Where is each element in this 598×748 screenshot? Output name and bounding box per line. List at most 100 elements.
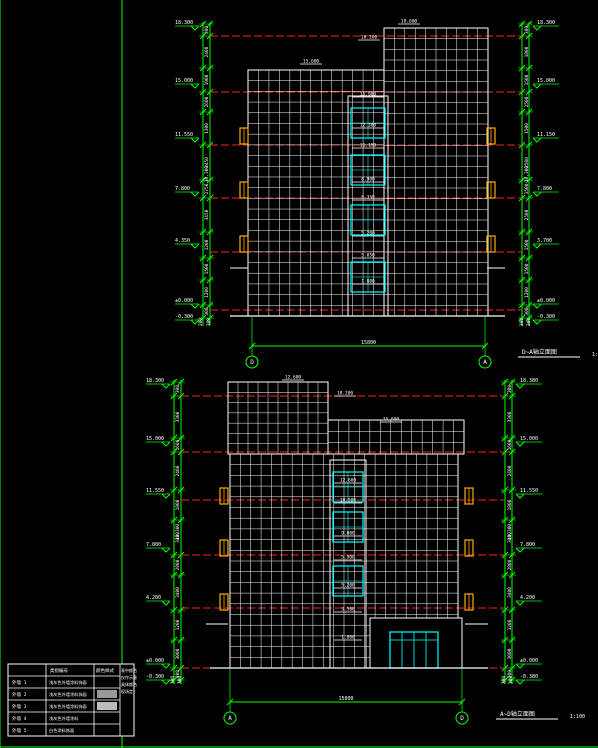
dimension-text: 300 [204, 26, 210, 34]
level-text: 18.300 [146, 378, 164, 384]
legend-swatch [97, 702, 117, 710]
stair-level-text: 10.500 [340, 498, 357, 504]
roof-level-text: 18.200 [337, 391, 354, 397]
level-text: 18.300 [175, 20, 193, 26]
level-text: 15.000 [175, 78, 193, 84]
dimension-total: 18,300 [524, 166, 530, 183]
axis-label: A [228, 715, 232, 722]
base-dimension-text: 200 [198, 318, 204, 326]
stair-level-text: 5.200 [361, 231, 375, 237]
dimension-text: 1500 [524, 263, 530, 274]
roof-level-text: 12.600 [285, 375, 302, 381]
dimension-total: 18,300 [175, 524, 181, 541]
dimension-text: 300 [175, 385, 181, 393]
legend-desc: 浅灰色外墙涂料饰面 [49, 679, 87, 686]
legend-header: 颜色样式 [96, 667, 114, 674]
level-text: 11.550 [175, 132, 193, 138]
elevation-scale: 1:100 [592, 352, 598, 358]
level-text: 15.000 [537, 78, 555, 84]
legend-header: 类别编号 [50, 667, 68, 674]
dimension-text: 1800 [175, 499, 181, 510]
legend-code: 外墙 2 [12, 691, 27, 698]
total-width-text: 15800 [338, 696, 353, 702]
level-text: -0.300 [537, 314, 555, 320]
stair-level-text: 5.050 [361, 253, 375, 259]
legend-desc: 浅灰色外墙涂料饰面 [49, 691, 87, 698]
stair-level-text: 8.900 [361, 177, 375, 183]
roof-level-text: 18.600 [401, 19, 418, 25]
dimension-text: 300 [524, 26, 530, 34]
level-text: 4.200 [520, 595, 535, 601]
level-text: -0.300 [175, 314, 193, 320]
dimension-text: 2400 [507, 465, 513, 476]
base-dimension-text: 300 [177, 676, 183, 684]
legend-code: 外墙 4 [12, 715, 27, 722]
dimension-text: 2750 [204, 183, 210, 194]
dimension-total: 18,300 [204, 166, 210, 183]
dimension-text: 2500 [524, 96, 530, 107]
stair-level-text: 15.900 [360, 92, 377, 98]
legend-note: 现场定 [121, 688, 133, 694]
legend-desc: 白色涂料饰面 [49, 727, 74, 734]
dimension-text: 3400 [175, 587, 181, 598]
level-text: 7.800 [146, 542, 161, 548]
legend-note: 表中颜色 [121, 667, 137, 673]
dimension-text: 1500 [524, 74, 530, 85]
dimension-text: 2400 [204, 46, 210, 57]
level-text: 7.800 [537, 186, 552, 192]
legend-desc: 浅灰色外墙涂料饰面 [49, 703, 87, 710]
stair-level-text: 12.600 [340, 478, 357, 484]
level-text: 3.700 [537, 238, 552, 244]
level-text: ±0.000 [146, 658, 164, 664]
level-text: 11.550 [520, 488, 538, 494]
axis-label: D [460, 715, 464, 722]
dimension-text: 3300 [175, 411, 181, 422]
level-text: ±0.000 [175, 298, 193, 304]
elevation-title: A~D轴立面图 [500, 710, 535, 718]
dimension-text: 300 [524, 307, 530, 315]
level-text: 4.200 [146, 595, 161, 601]
legend-note: 具体颜色 [121, 681, 137, 687]
stair-level-text: 3.500 [341, 607, 355, 613]
total-width-text: 15800 [361, 340, 376, 346]
base-dimension-text: 300 [519, 318, 525, 326]
level-text: -0.300 [146, 674, 164, 680]
level-text: 18.300 [537, 20, 555, 26]
elevation-drawing: 3002400190026001300345027503450120015001… [0, 0, 598, 748]
level-text: 11.150 [537, 132, 555, 138]
roof-level-text: 15.600 [383, 417, 400, 423]
legend-desc: 浅灰色外墙涂料 [49, 715, 79, 722]
dimension-text: 3000 [507, 648, 513, 659]
level-text: 7.800 [175, 186, 190, 192]
level-text: ±0.000 [520, 658, 538, 664]
dimension-text: 300 [204, 307, 210, 315]
base-dimension-text: 300 [206, 318, 212, 326]
stair-level-text: 12.300 [360, 123, 377, 129]
legend-swatch [97, 690, 117, 698]
dimension-text: 1200 [175, 619, 181, 630]
dimension-text: 3400 [507, 587, 513, 598]
axis-label: A [483, 359, 487, 366]
stair-level-text: 5.900 [341, 555, 355, 561]
level-text: -0.300 [520, 674, 538, 680]
dimension-total: 18,300 [507, 524, 513, 541]
entrance-frame [369, 617, 463, 669]
dimension-text: 3000 [175, 648, 181, 659]
stair-level-text: 9.000 [341, 531, 355, 537]
level-text: ±0.000 [537, 298, 555, 304]
dimension-text: 1200 [204, 287, 210, 298]
level-text: 15.000 [146, 436, 164, 442]
axis-label: D [250, 359, 254, 366]
level-text: 18.300 [520, 378, 538, 384]
dimension-text: 2800 [175, 559, 181, 570]
dimension-text: 1800 [507, 499, 513, 510]
base-dimension-text: 300 [501, 676, 507, 684]
dimension-text: 2600 [204, 96, 210, 107]
dimension-text: 1800 [524, 46, 530, 57]
base-dimension-text: 200 [526, 318, 532, 326]
dimension-text: 2500 [524, 209, 530, 220]
stair-level-text: 1.800 [361, 279, 375, 285]
level-text: 7.800 [520, 542, 535, 548]
dimension-text: 1500 [524, 123, 530, 134]
base-dimension-text: 300 [170, 676, 176, 684]
